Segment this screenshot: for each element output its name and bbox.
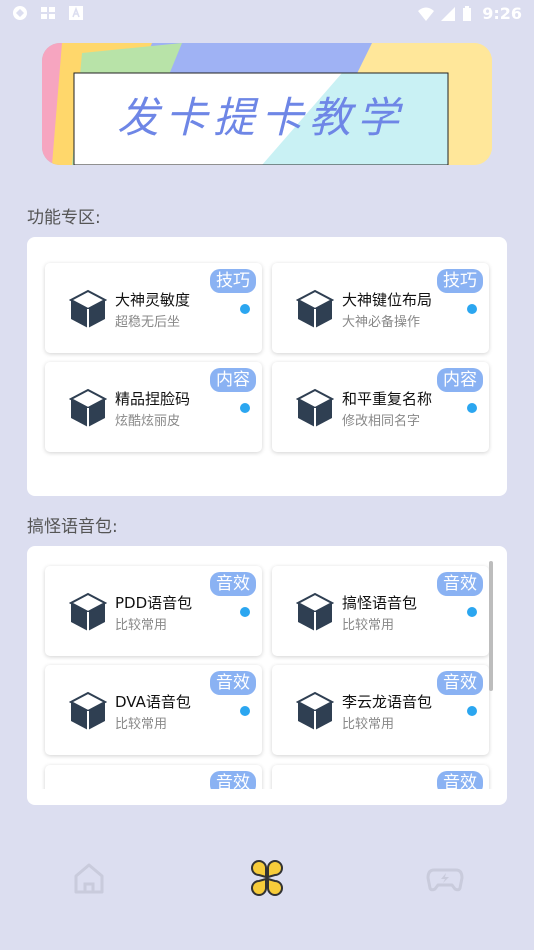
card-badge: 技巧 — [210, 269, 256, 293]
notification-icon — [41, 7, 55, 19]
card-badge: 音效 — [210, 572, 256, 596]
status-bar: 9:26 — [0, 0, 534, 28]
card-title: 搞怪语音包 — [342, 594, 418, 612]
cube-icon — [69, 691, 107, 730]
gamepad-icon[interactable] — [425, 858, 465, 898]
card-subtitle: 修改相同名字 — [342, 414, 421, 429]
card-voice-partial-2[interactable]: 音效 — [272, 765, 489, 789]
cube-icon — [296, 388, 334, 427]
card-badge: 内容 — [210, 368, 256, 392]
card-title: 精品捏脸码 — [115, 390, 191, 408]
clover-icon[interactable] — [247, 858, 287, 898]
voice-packs-panel[interactable]: PDD语音包 比较常用 音效 搞怪语音包 比较常用 音效 DVA语音包 比较常用… — [27, 546, 507, 805]
features-panel: 大神灵敏度 超稳无后坐 技巧 大神键位布局 大神必备操作 技巧 精品捏脸码 炫酷… — [27, 237, 507, 496]
wifi-icon — [418, 7, 435, 21]
status-dot — [467, 304, 477, 314]
card-title: DVA语音包 — [115, 693, 191, 711]
card-dva-voice[interactable]: DVA语音包 比较常用 音效 — [45, 665, 262, 755]
cube-icon — [69, 289, 107, 328]
font-icon — [69, 6, 83, 20]
status-dot — [467, 607, 477, 617]
card-badge: 音效 — [437, 572, 483, 596]
card-subtitle: 大神必备操作 — [342, 315, 421, 330]
status-dot — [240, 304, 250, 314]
card-subtitle: 比较常用 — [342, 618, 395, 633]
card-title: 李云龙语音包 — [342, 693, 433, 711]
card-funny-voice[interactable]: 搞怪语音包 比较常用 音效 — [272, 566, 489, 656]
card-liyunlong-voice[interactable]: 李云龙语音包 比较常用 音效 — [272, 665, 489, 755]
card-badge: 音效 — [210, 671, 256, 695]
card-subtitle: 比较常用 — [342, 717, 395, 732]
card-pdd-voice[interactable]: PDD语音包 比较常用 音效 — [45, 566, 262, 656]
battery-icon — [463, 5, 472, 21]
section-label-features: 功能专区: — [27, 208, 101, 228]
status-dot — [467, 403, 477, 413]
card-sensitivity[interactable]: 大神灵敏度 超稳无后坐 技巧 — [45, 263, 262, 353]
card-badge: 音效 — [210, 771, 256, 789]
banner-title: 发卡提卡教学 — [116, 92, 405, 142]
section-label-voice-packs: 搞怪语音包: — [27, 517, 118, 537]
cube-icon — [296, 691, 334, 730]
signal-icon — [441, 6, 456, 21]
cube-icon — [69, 592, 107, 631]
card-title: 大神键位布局 — [342, 291, 433, 309]
home-icon[interactable] — [69, 858, 109, 898]
bottom-nav — [0, 840, 534, 924]
card-badge: 技巧 — [437, 269, 483, 293]
card-title: PDD语音包 — [115, 594, 193, 612]
card-badge: 音效 — [437, 671, 483, 695]
card-badge: 音效 — [437, 771, 483, 789]
card-duplicate-name[interactable]: 和平重复名称 修改相同名字 内容 — [272, 362, 489, 452]
status-time: 9:26 — [482, 4, 522, 23]
card-subtitle: 比较常用 — [115, 717, 168, 732]
card-title: 大神灵敏度 — [115, 291, 191, 309]
status-dot — [240, 706, 250, 716]
card-subtitle: 炫酷炫丽皮 — [115, 414, 181, 429]
card-key-layout[interactable]: 大神键位布局 大神必备操作 技巧 — [272, 263, 489, 353]
cube-icon — [296, 592, 334, 631]
card-title: 和平重复名称 — [342, 390, 433, 408]
card-voice-partial-1[interactable]: 音效 — [45, 765, 262, 789]
status-dot — [240, 403, 250, 413]
status-dot — [467, 706, 477, 716]
cube-icon — [296, 289, 334, 328]
card-face-codes[interactable]: 精品捏脸码 炫酷炫丽皮 内容 — [45, 362, 262, 452]
cube-icon — [69, 388, 107, 427]
status-dot — [240, 607, 250, 617]
card-subtitle: 比较常用 — [115, 618, 168, 633]
scrollbar[interactable] — [489, 561, 493, 691]
app-notification-icon — [13, 6, 27, 20]
card-badge: 内容 — [437, 368, 483, 392]
card-subtitle: 超稳无后坐 — [115, 315, 181, 330]
